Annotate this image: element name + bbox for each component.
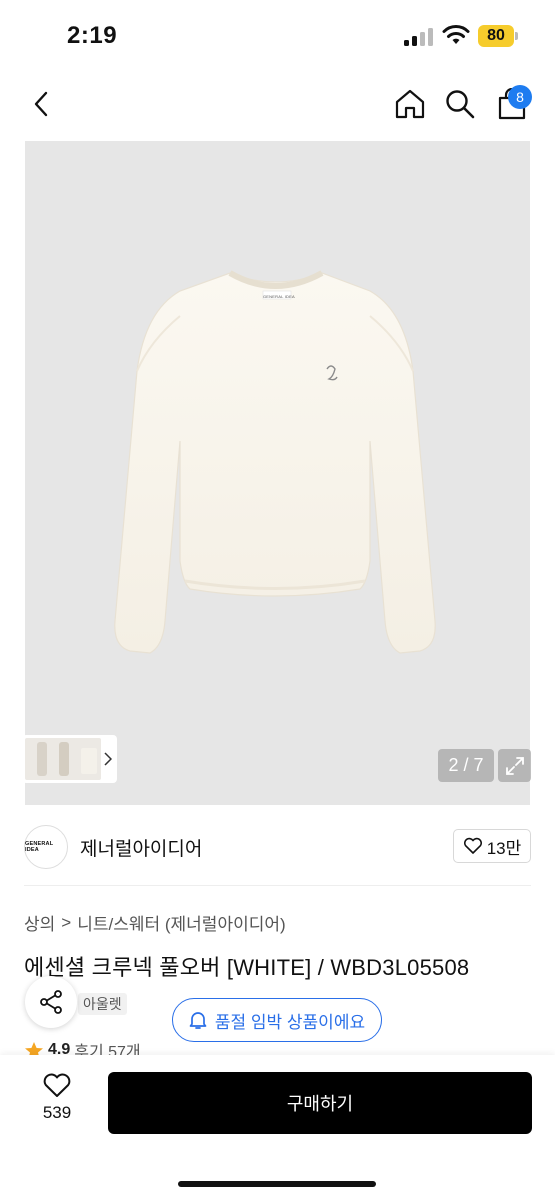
- image-page-indicator: 2 / 7: [438, 749, 494, 782]
- cart-count-badge: 8: [508, 85, 532, 109]
- cellular-signal-icon: [404, 28, 434, 46]
- breadcrumb-subcategory[interactable]: 니트/스웨터 (제너럴아이디어): [77, 910, 285, 935]
- wifi-icon: [442, 25, 470, 44]
- buy-button[interactable]: 구매하기: [108, 1072, 532, 1134]
- home-indicator: [178, 1181, 376, 1187]
- thumbnail-strip[interactable]: [22, 735, 117, 783]
- product-title: 에센셜 크루넥 풀오버 [WHITE] / WBD3L05508: [24, 955, 470, 980]
- garment-brand-label: GENERAL IDEA: [263, 294, 295, 299]
- back-button[interactable]: [24, 86, 58, 122]
- heart-icon: [43, 1073, 71, 1097]
- sweater-illustration: [114, 270, 436, 654]
- product-image[interactable]: [25, 141, 530, 805]
- expand-button[interactable]: [498, 749, 531, 782]
- wishlist-button[interactable]: 539: [30, 1072, 84, 1123]
- breadcrumb-category[interactable]: 상의: [24, 910, 55, 935]
- share-button[interactable]: [25, 976, 77, 1028]
- search-button[interactable]: [442, 86, 478, 122]
- outlet-tag: 아울렛: [78, 993, 127, 1015]
- battery-indicator: 80: [478, 25, 514, 47]
- battery-tip: [515, 32, 518, 40]
- breadcrumb: 상의 > 니트/스웨터 (제너럴아이디어): [24, 910, 286, 935]
- chevron-right-icon: [104, 752, 112, 766]
- share-icon: [40, 990, 62, 1014]
- chevron-left-icon: [34, 91, 48, 117]
- brand-like-button[interactable]: 13만: [453, 829, 531, 863]
- breadcrumb-separator: >: [61, 912, 72, 932]
- heart-icon: [463, 837, 482, 854]
- home-icon: [395, 89, 425, 119]
- thumbnail-image: [25, 738, 101, 780]
- expand-icon: [505, 756, 524, 775]
- status-time: 2:19: [67, 22, 118, 49]
- wishlist-count: 539: [42, 1103, 72, 1122]
- low-stock-text: 품절 임박 상품이에요: [214, 1012, 366, 1032]
- brand-logo[interactable]: GENERAL IDEA: [24, 825, 68, 869]
- brand-name[interactable]: 제너럴아이디어: [80, 834, 202, 861]
- low-stock-chip[interactable]: 품절 임박 상품이에요: [172, 998, 382, 1042]
- home-button[interactable]: [392, 86, 428, 122]
- search-icon: [446, 90, 475, 119]
- brand-like-count: 13만: [486, 838, 522, 858]
- bell-icon: [189, 1012, 207, 1029]
- divider: [24, 885, 531, 886]
